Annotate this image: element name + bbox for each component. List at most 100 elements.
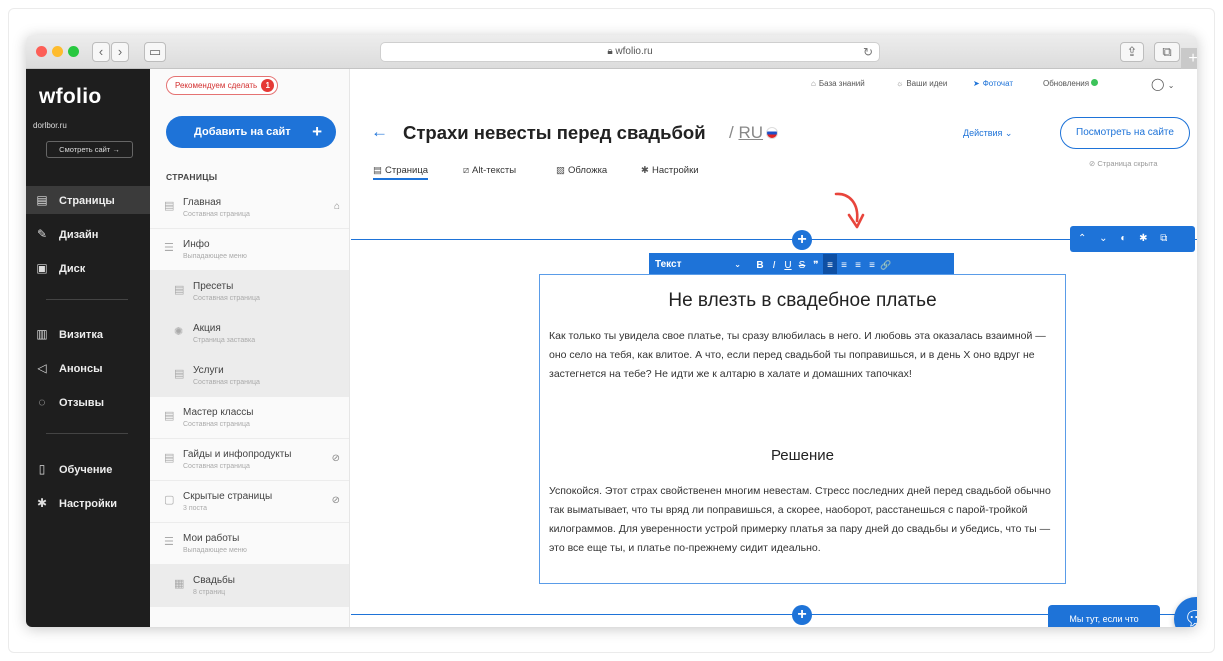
tab-label: Обложка <box>567 165 608 176</box>
page-title: Пресеты <box>193 281 234 292</box>
block-toolbar[interactable]: ⌃ ⌄ ◐ ✱ ⧉ 🗑 <box>1070 226 1195 270</box>
chat-icon: 💬︎ <box>1183 608 1197 627</box>
page-hidden-label: Страница скрыта <box>1097 159 1158 168</box>
hidden-eye-icon: ⊘ <box>331 495 340 506</box>
page-item-presets[interactable]: ▤ Пресеты Составная страница <box>150 271 349 313</box>
new-tab-button[interactable]: + <box>1181 48 1197 70</box>
page-subtitle: 8 страниц <box>193 589 226 596</box>
address-url: wfolio.ru <box>615 46 653 57</box>
back-arrow-icon[interactable]: ← <box>371 122 388 142</box>
share-icon: ⇪ <box>1126 44 1138 59</box>
sidebar-divider <box>46 299 128 300</box>
knowledge-base-link[interactable]: ⌂ База знаний <box>811 77 865 91</box>
minimize-window-button[interactable] <box>52 46 63 57</box>
megaphone-icon: ◁ <box>37 361 47 375</box>
sidebar-item-label: Обучение <box>59 464 113 476</box>
sidebar-item-learning[interactable]: ▯ Обучение <box>26 455 150 483</box>
sidebar-item-reviews[interactable]: ◌ Отзывы <box>26 388 150 416</box>
page-subtitle: Страница заставка <box>193 337 256 344</box>
ideas-label: Ваши идеи <box>906 79 948 88</box>
menu-icon: ☰ <box>164 536 174 548</box>
sidebar-item-pages[interactable]: ▤ Страницы <box>26 186 150 214</box>
sidebar-item-settings[interactable]: ✱ Настройки <box>26 489 150 517</box>
sidebar-item-label: Диск <box>59 263 86 275</box>
lang-code: RU <box>738 123 764 142</box>
page-item-services[interactable]: ▤ Услуги Составная страница <box>150 355 349 397</box>
browser-window: ‹ › ▭ 🔒︎ wfolio.ru ↻ ⇪ ⧉ + wfolio dorlbo… <box>26 35 1197 627</box>
disk-icon: ▣ <box>36 261 48 275</box>
address-bar[interactable]: 🔒︎ wfolio.ru ↻ <box>380 42 880 62</box>
page-icon: ▤ <box>174 368 185 380</box>
sidebar-item-announcements[interactable]: ◁ Анонсы <box>26 354 150 382</box>
visit-site-button[interactable]: Смотреть сайт → <box>46 141 133 158</box>
close-window-button[interactable] <box>36 46 47 57</box>
chat-button[interactable]: 💬︎ <box>1174 597 1197 627</box>
reviews-icon: ◌ <box>38 395 46 409</box>
tab-settings[interactable]: ✱ Настройки <box>641 165 699 176</box>
tabs-button[interactable]: ⧉ <box>1154 42 1180 62</box>
page-item-info[interactable]: ☰ Инфо Выпадающее меню <box>150 229 349 271</box>
tab-cover[interactable]: ▨ Обложка <box>556 165 607 176</box>
block-paragraph-2[interactable]: Успокойся. Этот страх свойственен многим… <box>549 482 1059 558</box>
recommend-pill[interactable]: Рекомендуем сделать 1 <box>166 76 279 95</box>
page-icon: ▤ <box>164 452 175 464</box>
card-icon: ▥ <box>36 327 48 341</box>
page-item-hidden-pages[interactable]: ▢ Скрытые страницы 3 поста ⊘ <box>150 481 349 523</box>
tabs-icon: ⧉ <box>1162 44 1172 59</box>
sidebar-item-card[interactable]: ▥ Визитка <box>26 320 150 348</box>
logo[interactable]: wfolio <box>39 85 101 109</box>
page-subtitle: Выпадающее меню <box>183 547 247 554</box>
page-item-weddings[interactable]: ▦ Свадьбы 8 страниц <box>150 565 349 607</box>
sidebar-item-label: Дизайн <box>59 229 99 241</box>
hidden-eye-icon: ⊘ <box>331 453 340 464</box>
page-icon: ▤ <box>164 410 175 422</box>
sidebar-divider <box>46 433 128 434</box>
language-switch[interactable]: / RU <box>729 123 779 143</box>
page-title: Инфо <box>183 239 210 250</box>
chevron-down-icon: ⌄ <box>1167 81 1175 90</box>
block-subheading[interactable]: Решение <box>540 447 1065 464</box>
sidebar-item-disk[interactable]: ▣ Диск <box>26 254 150 282</box>
share-button[interactable]: ⇪ <box>1120 42 1144 62</box>
reload-icon[interactable]: ↻ <box>863 43 873 61</box>
tab-page[interactable]: ▤ Страница <box>373 165 429 180</box>
sidebar-toggle-button[interactable]: ▭ <box>144 42 166 62</box>
page-title: Гайды и инфопродукты <box>183 449 292 460</box>
page-item-promo[interactable]: ✺ Акция Страница заставка <box>150 313 349 355</box>
block-paragraph-1[interactable]: Как только ты увидела свое платье, ты ср… <box>549 327 1059 384</box>
page-subtitle: Составная страница <box>193 379 260 386</box>
brush-icon: ✎ <box>36 227 48 241</box>
splash-icon: ✺ <box>174 326 184 338</box>
block-heading[interactable]: Не влезть в свадебное платье <box>540 290 1065 312</box>
gear-icon: ✱ <box>36 496 48 510</box>
text-block[interactable]: Не влезть в свадебное платье Как только … <box>539 274 1066 584</box>
photochat-link[interactable]: ➤ Фоточат <box>973 77 1013 91</box>
page-item-masterclasses[interactable]: ▤ Мастер классы Составная страница <box>150 397 349 439</box>
sidebar-icon: ▭ <box>148 44 162 59</box>
add-block-bottom-button[interactable]: + <box>792 605 812 625</box>
actions-dropdown[interactable]: Действия ⌄ <box>963 128 1012 139</box>
page-item-my-works[interactable]: ☰ Мои работы Выпадающее меню <box>150 523 349 565</box>
updates-link[interactable]: Обновления <box>1043 77 1099 91</box>
page-icon: ▤ <box>164 200 175 212</box>
add-to-site-button[interactable]: Добавить на сайт + <box>166 116 336 148</box>
chat-label[interactable]: Мы тут, если что <box>1048 605 1160 627</box>
zoom-window-button[interactable] <box>68 46 79 57</box>
sidebar-item-label: Анонсы <box>59 363 103 375</box>
back-button[interactable]: ‹ <box>92 42 110 62</box>
main-sidebar: wfolio dorlbor.ru Смотреть сайт → ▤ Стран… <box>26 69 150 627</box>
view-on-site-button[interactable]: Посмотреть на сайте <box>1060 117 1190 149</box>
page-item-guides[interactable]: ▤ Гайды и инфопродукты Составная страниц… <box>150 439 349 481</box>
profile-menu[interactable]: ◯ ⌄ <box>1151 77 1174 91</box>
tab-alt-texts[interactable]: ⧄ Alt-тексты <box>463 165 516 176</box>
pages-heading: СТРАНИЦЫ <box>166 172 218 182</box>
account-domain: dorlbor.ru <box>33 121 67 130</box>
page-title: Мастер классы <box>183 407 254 418</box>
sidebar-item-design[interactable]: ✎ Дизайн <box>26 220 150 248</box>
forward-button[interactable]: › <box>111 42 129 62</box>
add-block-top-button[interactable]: + <box>792 230 812 250</box>
page-title: Скрытые страницы <box>183 491 273 502</box>
page-item-home[interactable]: ▤ Главная Составная страница ⌂ <box>150 187 349 229</box>
ideas-link[interactable]: ☼ Ваши идеи <box>896 77 947 91</box>
gear-icon: ✱ <box>641 165 649 176</box>
